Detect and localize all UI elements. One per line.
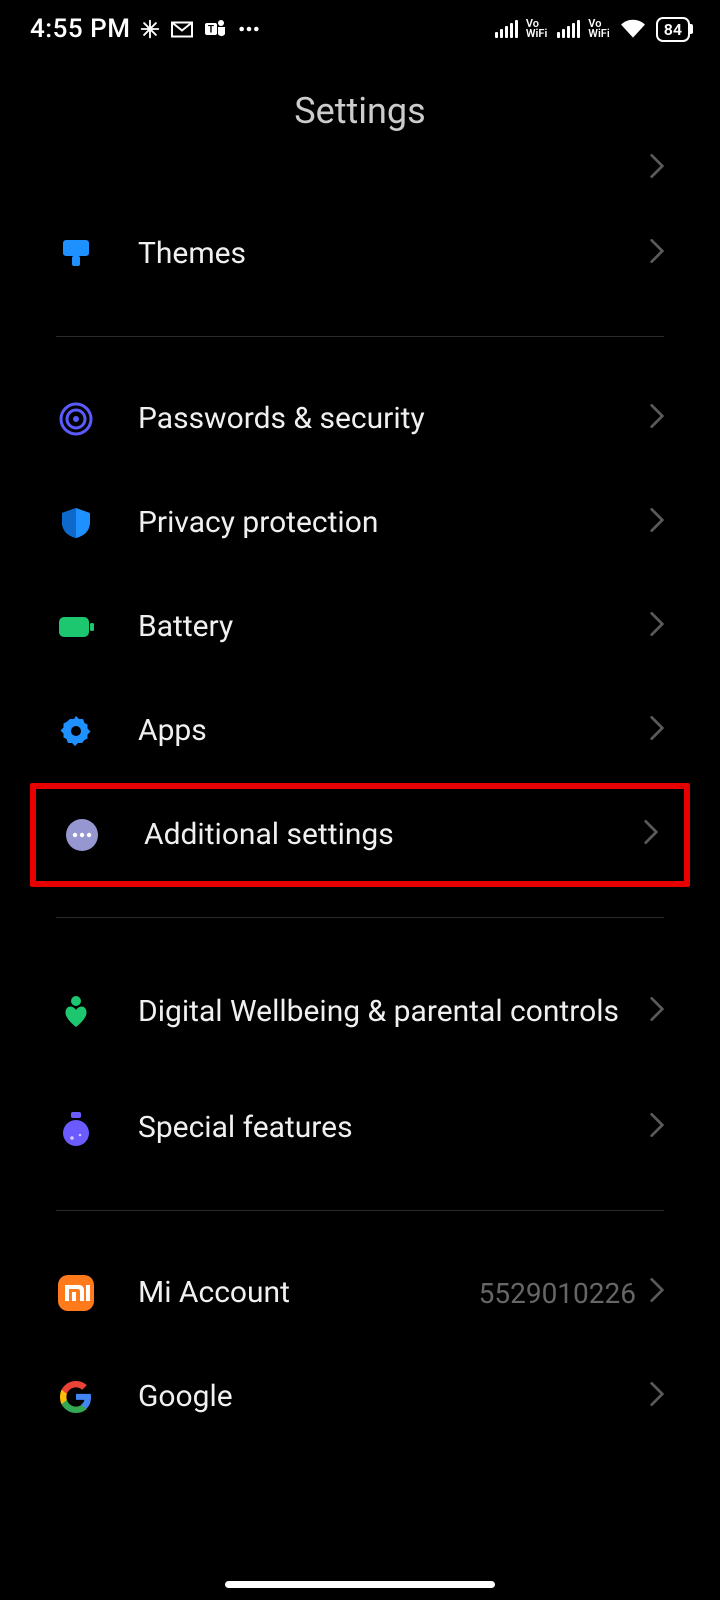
- settings-item-privacy[interactable]: Privacy protection: [0, 471, 720, 575]
- settings-item-wellbeing[interactable]: Digital Wellbeing & parental controls: [0, 948, 720, 1076]
- settings-item-label: Special features: [138, 1109, 650, 1147]
- wallpaper-icon: [56, 154, 96, 160]
- mi-logo-icon: [56, 1273, 96, 1313]
- more-horizontal-icon: [62, 815, 102, 855]
- settings-item-label: Mi Account: [138, 1274, 479, 1312]
- settings-item-label: Privacy protection: [138, 504, 650, 542]
- highlight-box: Additional settings: [30, 783, 690, 887]
- settings-item-passwords[interactable]: Passwords & security: [0, 367, 720, 471]
- settings-item-special[interactable]: Special features: [0, 1076, 720, 1180]
- settings-item-label: Battery: [138, 608, 650, 646]
- teams-icon: T: [204, 18, 228, 40]
- settings-item-label: Themes: [138, 235, 650, 273]
- more-icon: [238, 25, 260, 33]
- settings-item-additional[interactable]: Additional settings: [36, 789, 684, 881]
- settings-item-label: Additional settings: [144, 816, 644, 854]
- slack-icon: [140, 19, 160, 39]
- chevron-right-icon: [650, 1113, 664, 1143]
- person-heart-icon: [56, 992, 96, 1032]
- fingerprint-icon: [56, 399, 96, 439]
- shield-icon: [56, 503, 96, 543]
- wifi-icon: [620, 19, 646, 39]
- chevron-right-icon: [650, 508, 664, 538]
- status-time: 4:55 PM: [30, 14, 130, 44]
- signal-icon: [495, 20, 518, 38]
- chevron-right-icon: [650, 997, 664, 1027]
- miaccount-value: 5529010226: [479, 1277, 636, 1310]
- battery-icon: [56, 607, 96, 647]
- settings-item-wallpaper[interactable]: Wallpaper: [0, 154, 720, 202]
- settings-item-label: Apps: [138, 712, 650, 750]
- divider: [56, 917, 664, 918]
- chevron-right-icon: [650, 612, 664, 642]
- chevron-right-icon: [650, 404, 664, 434]
- settings-item-label: Passwords & security: [138, 400, 650, 438]
- settings-list[interactable]: Wallpaper Themes Passwords & security Pr…: [0, 154, 720, 1449]
- chevron-right-icon: [650, 1382, 664, 1412]
- chevron-right-icon: [650, 239, 664, 269]
- settings-item-google[interactable]: Google: [0, 1345, 720, 1449]
- chevron-right-icon: [650, 154, 664, 184]
- settings-item-apps[interactable]: Apps: [0, 679, 720, 783]
- divider: [56, 1210, 664, 1211]
- divider: [56, 336, 664, 337]
- settings-item-label: Wallpaper: [138, 154, 650, 158]
- themes-icon: [56, 234, 96, 274]
- page-header: Settings: [0, 54, 720, 154]
- battery-indicator: 84: [656, 17, 690, 42]
- vowifi-label: VoWiFi: [526, 19, 547, 39]
- svg-text:T: T: [208, 25, 214, 36]
- gear-icon: [56, 711, 96, 751]
- chevron-right-icon: [650, 716, 664, 746]
- flask-icon: [56, 1108, 96, 1148]
- status-right: VoWiFi VoWiFi 84: [495, 17, 690, 42]
- settings-item-themes[interactable]: Themes: [0, 202, 720, 306]
- home-indicator[interactable]: [225, 1581, 495, 1588]
- settings-item-label: Digital Wellbeing & parental controls: [138, 993, 650, 1031]
- status-left: 4:55 PM T: [30, 14, 260, 44]
- signal-icon-2: [557, 20, 580, 38]
- settings-item-label: Google: [138, 1378, 650, 1416]
- gmail-icon: [170, 20, 194, 39]
- vowifi-label-2: VoWiFi: [588, 19, 609, 39]
- status-bar: 4:55 PM T VoWiFi VoWiFi 84: [0, 0, 720, 54]
- google-logo-icon: [56, 1377, 96, 1417]
- chevron-right-icon: [644, 820, 658, 850]
- chevron-right-icon: [650, 1278, 664, 1308]
- page-title: Settings: [0, 90, 720, 132]
- settings-item-battery[interactable]: Battery: [0, 575, 720, 679]
- settings-item-miaccount[interactable]: Mi Account 5529010226: [0, 1241, 720, 1345]
